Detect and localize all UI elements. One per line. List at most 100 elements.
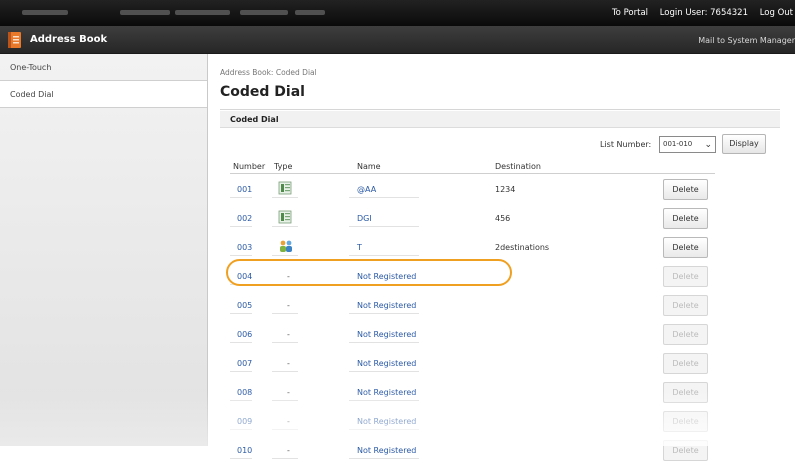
row-divider: [272, 226, 298, 227]
row-number-link[interactable]: 006: [237, 330, 252, 339]
row-name-link[interactable]: DGI: [357, 214, 372, 223]
blurred-text: [175, 10, 230, 15]
type-empty: -: [287, 388, 290, 397]
delete-button: Delete: [663, 295, 708, 316]
row-number-link[interactable]: 005: [237, 301, 252, 310]
row-number-link[interactable]: 009: [237, 417, 252, 426]
row-divider: [272, 371, 298, 372]
table-row: 007 - Not Registered Delete: [208, 349, 795, 378]
row-number-link[interactable]: 002: [237, 214, 252, 223]
sidebar-item-one-touch[interactable]: One-Touch: [0, 54, 207, 81]
row-number-link[interactable]: 003: [237, 243, 252, 252]
type-empty: -: [287, 417, 290, 426]
delete-button: Delete: [663, 411, 708, 432]
row-number-link[interactable]: 010: [237, 446, 252, 455]
column-header-destination: Destination: [495, 162, 541, 171]
row-divider: [272, 255, 298, 256]
row-divider: [230, 313, 252, 314]
section-header: Coded Dial: [220, 111, 780, 128]
fax-icon: [278, 181, 292, 195]
row-divider: [349, 313, 419, 314]
column-header-number: Number: [233, 162, 266, 171]
blurred-text: [240, 10, 288, 15]
row-number-link[interactable]: 001: [237, 185, 252, 194]
top-bar: To Portal Login User: 7654321 Log Out: [0, 0, 795, 26]
row-number-link[interactable]: 008: [237, 388, 252, 397]
app-title: Address Book: [30, 34, 108, 45]
type-empty: -: [287, 330, 290, 339]
row-divider: [349, 400, 419, 401]
row-number-link[interactable]: 007: [237, 359, 252, 368]
type-empty: -: [287, 301, 290, 310]
row-name-link[interactable]: Not Registered: [357, 330, 416, 339]
delete-button: Delete: [663, 324, 708, 345]
type-empty: -: [287, 359, 290, 368]
fax-icon: [278, 210, 292, 224]
row-divider: [272, 197, 298, 198]
row-divider: [230, 226, 252, 227]
row-divider: [230, 371, 252, 372]
chevron-down-icon: ⌄: [704, 140, 712, 150]
row-divider: [230, 458, 252, 459]
delete-button[interactable]: Delete: [663, 237, 708, 258]
title-bar: Address Book Mail to System Manager: [0, 26, 795, 54]
row-name-link[interactable]: Not Registered: [357, 301, 416, 310]
delete-button: Delete: [663, 440, 708, 461]
group-icon: [278, 239, 292, 253]
column-header-name: Name: [357, 162, 381, 171]
type-empty: -: [287, 446, 290, 455]
to-portal-link[interactable]: To Portal: [612, 8, 648, 18]
sidebar-item-coded-dial[interactable]: Coded Dial: [0, 81, 207, 108]
sidebar: One-Touch Coded Dial: [0, 54, 208, 446]
blurred-text: [120, 10, 170, 15]
row-divider: [349, 371, 419, 372]
row-divider: [230, 197, 252, 198]
header-divider: [230, 173, 715, 174]
mail-to-system-manager-link[interactable]: Mail to System Manager: [698, 36, 795, 45]
login-user-label: Login User: 7654321: [659, 8, 748, 18]
top-links: To Portal Login User: 7654321 Log Out: [603, 8, 793, 18]
table-row: 003 T 2destinations Delete: [208, 233, 795, 262]
row-destination: 1234: [495, 185, 516, 194]
delete-button: Delete: [663, 353, 708, 374]
address-book-icon: [8, 32, 21, 48]
list-number-select[interactable]: 001-010 ⌄: [659, 136, 716, 153]
row-divider: [349, 458, 419, 459]
row-divider: [349, 255, 419, 256]
row-name-link[interactable]: Not Registered: [357, 446, 416, 455]
row-destination: 2destinations: [495, 243, 550, 252]
row-divider: [349, 226, 419, 227]
row-divider: [272, 313, 298, 314]
row-divider: [349, 197, 419, 198]
row-divider: [272, 342, 298, 343]
logout-link[interactable]: Log Out: [760, 8, 793, 18]
delete-button[interactable]: Delete: [663, 179, 708, 200]
row-name-link[interactable]: T: [357, 243, 362, 252]
row-divider: [349, 342, 419, 343]
table-row: 010 - Not Registered Delete: [208, 436, 795, 465]
blurred-text: [295, 10, 325, 15]
row-divider: [272, 429, 298, 430]
row-divider: [230, 400, 252, 401]
list-number-value: 001-010: [663, 140, 693, 148]
table-row: 005 - Not Registered Delete: [208, 291, 795, 320]
display-button[interactable]: Display: [722, 134, 766, 154]
delete-button[interactable]: Delete: [663, 208, 708, 229]
row-name-link[interactable]: Not Registered: [357, 417, 416, 426]
delete-button: Delete: [663, 382, 708, 403]
section-divider: [220, 109, 780, 110]
row-name-link[interactable]: Not Registered: [357, 359, 416, 368]
table-row: 002 DGI 456 Delete: [208, 204, 795, 233]
row-divider: [272, 458, 298, 459]
page-title: Coded Dial: [220, 84, 305, 100]
row-name-link[interactable]: Not Registered: [357, 388, 416, 397]
row-name-link[interactable]: @AA: [357, 185, 376, 194]
row-divider: [230, 342, 252, 343]
column-header-type: Type: [274, 162, 293, 171]
table-row: 001 @AA 1234 Delete: [208, 175, 795, 204]
row-divider: [272, 400, 298, 401]
row-divider: [230, 429, 252, 430]
delete-button: Delete: [663, 266, 708, 287]
highlight-callout: [226, 259, 512, 286]
table-row: 009 - Not Registered Delete: [208, 407, 795, 436]
